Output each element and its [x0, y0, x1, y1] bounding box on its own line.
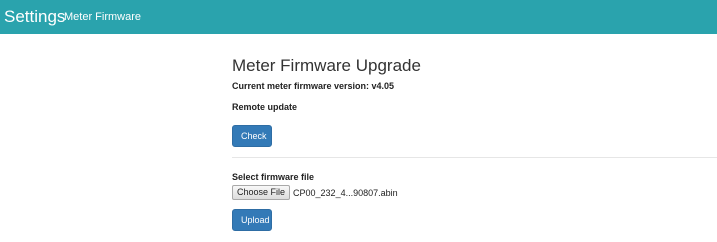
check-button[interactable]: Check — [232, 125, 272, 147]
navbar-page-title[interactable]: Meter Firmware — [64, 10, 141, 24]
choose-file-button[interactable]: Choose File — [232, 185, 291, 200]
page-title: Meter Firmware Upgrade — [232, 56, 421, 75]
selected-file-name: CP00_232_4...90807.abin — [293, 187, 398, 198]
upload-button[interactable]: Upload — [232, 209, 272, 231]
section-divider — [232, 157, 717, 158]
top-navbar: Settings Meter Firmware — [0, 0, 717, 34]
remote-update-label: Remote update — [232, 102, 298, 112]
current-version-text: Current meter firmware version: v4.05 — [232, 81, 395, 91]
navbar-brand[interactable]: Settings — [4, 7, 65, 27]
select-firmware-label: Select firmware file — [232, 172, 315, 182]
file-input[interactable]: Choose File CP00_232_4...90807.abin — [232, 185, 398, 200]
